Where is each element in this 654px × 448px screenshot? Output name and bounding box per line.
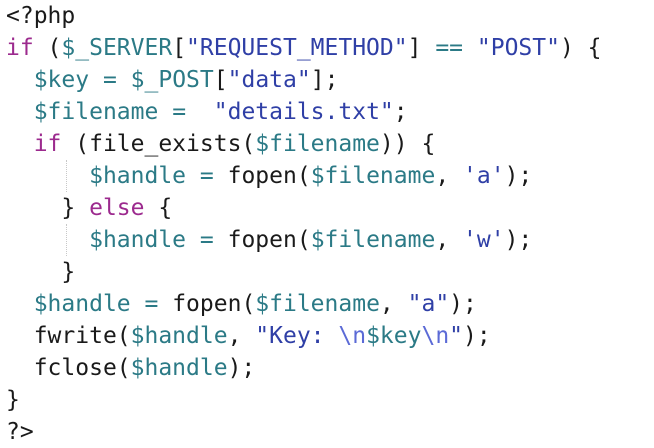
code-token-plain: } (6, 387, 20, 413)
code-token-string: 'a' (463, 163, 505, 189)
code-token-plain: ] (407, 35, 436, 61)
code-token-plain: ) { (559, 35, 602, 61)
code-token-plain: fopen( (213, 227, 311, 253)
code-token-var: $_POST (130, 67, 214, 93)
code-token-plain: } (61, 195, 90, 221)
code-token-plain: [ (213, 67, 228, 93)
code-token-var: $handle (130, 323, 228, 349)
code-line: $filename = "details.txt"; (6, 96, 408, 128)
code-line: $handle = fopen($filename, 'w'); (6, 224, 532, 256)
code-token-keyword: if (33, 131, 62, 157)
code-line: $key = $_POST["data"]; (6, 64, 339, 96)
code-token-plain: , (435, 227, 464, 253)
code-token-op: = (199, 163, 214, 189)
code-token-plain: ; (393, 99, 408, 125)
code-line: if ($_SERVER["REQUEST_METHOD"] == "POST"… (6, 32, 602, 64)
code-token-var: $handle (33, 291, 131, 317)
code-line: <?php (6, 0, 75, 32)
code-token-var: $handle (130, 355, 228, 381)
code-line: } (6, 256, 75, 288)
code-editor[interactable]: <?php if ($_SERVER["REQUEST_METHOD"] == "… (0, 0, 654, 448)
code-token-plain: ?> (6, 419, 34, 445)
code-token-string: "POST" (476, 35, 560, 61)
code-token-op: == (435, 35, 464, 61)
code-line: } else { (6, 192, 172, 224)
code-token-plain: ); (504, 227, 533, 253)
code-token-var: $key (33, 67, 90, 93)
code-line: if (file_exists($filename)) { (6, 128, 436, 160)
code-token-plain: fopen( (213, 163, 311, 189)
code-token-plain: )) { (379, 131, 436, 157)
code-token-var: $filename (255, 131, 380, 157)
code-token-op: = (172, 99, 187, 125)
code-token-plain: fclose( (33, 355, 131, 381)
code-token-plain: , (227, 323, 256, 349)
code-line: ?> (6, 416, 34, 448)
code-token-plain: { (144, 195, 173, 221)
code-token-var: $key (366, 323, 422, 349)
code-token-plain: ); (504, 163, 533, 189)
code-token-string: "Key: (255, 323, 339, 349)
code-token-escape: \n (421, 323, 450, 349)
code-token-keyword: else (89, 195, 145, 221)
code-token-var: $handle (89, 163, 187, 189)
code-line: $handle = fopen($filename, "a"); (6, 288, 477, 320)
code-token-plain: } (61, 259, 76, 285)
code-token-string: "data" (227, 67, 311, 93)
code-token-var: $filename (310, 227, 436, 253)
code-line: $handle = fopen($filename, 'a'); (6, 160, 532, 192)
code-token-escape: \n (338, 323, 367, 349)
code-token-var: $_SERVER (61, 35, 173, 61)
code-token-string: " (449, 323, 464, 349)
code-token-op: = (102, 67, 117, 93)
code-token-var: $filename (255, 291, 380, 317)
code-token-plain: <?php (6, 3, 76, 29)
code-token-string: "REQUEST_METHOD" (186, 35, 408, 61)
code-token-plain: ); (463, 323, 491, 349)
code-token-plain: , (435, 163, 464, 189)
code-token-op: = (144, 291, 159, 317)
code-token-keyword: if (6, 35, 34, 61)
code-token-var: $filename (33, 99, 159, 125)
code-token-plain: ( (33, 35, 62, 61)
code-token-string: 'w' (463, 227, 505, 253)
code-token-plain: [ (172, 35, 187, 61)
code-line: } (6, 384, 20, 416)
code-token-string: "a" (407, 291, 450, 317)
code-token-plain: ]; (310, 67, 339, 93)
code-token-op: = (199, 227, 214, 253)
code-token-string: "details.txt" (213, 99, 394, 125)
code-token-plain: fopen( (158, 291, 256, 317)
code-line: fwrite($handle, "Key: \n$key\n"); (6, 320, 491, 352)
code-line: fclose($handle); (6, 352, 256, 384)
code-token-plain: ); (227, 355, 256, 381)
code-token-plain: , (379, 291, 408, 317)
code-token-plain: fwrite( (33, 323, 131, 349)
code-token-plain: (file_exists( (61, 131, 256, 157)
code-token-var: $handle (89, 227, 187, 253)
code-token-plain: ); (449, 291, 477, 317)
code-token-var: $filename (310, 163, 436, 189)
